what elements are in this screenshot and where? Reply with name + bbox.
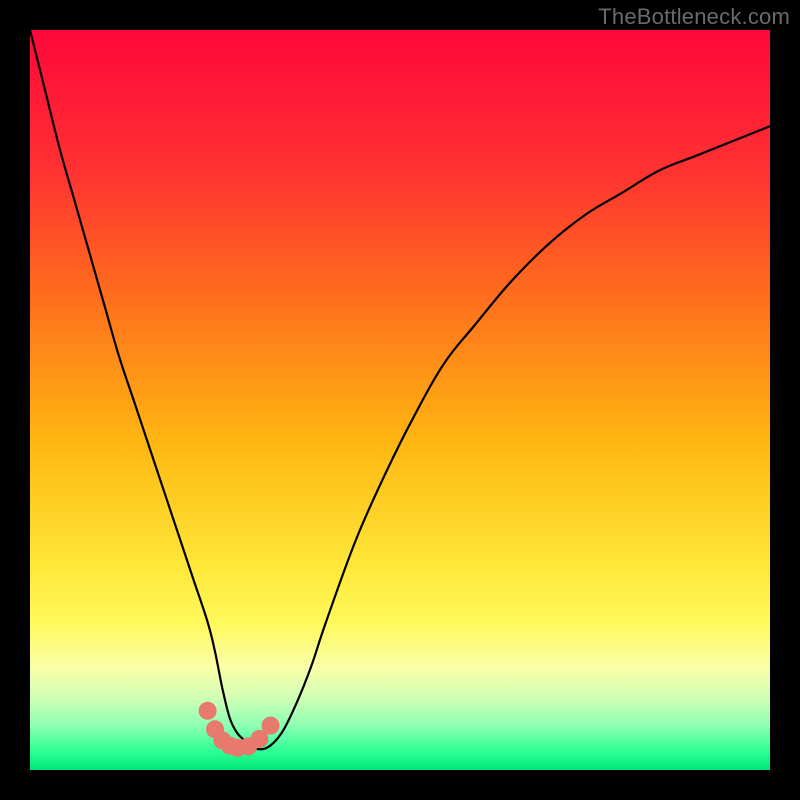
- bottleneck-chart: [30, 30, 770, 770]
- watermark-text: TheBottleneck.com: [598, 4, 790, 30]
- highlight-dot: [199, 702, 217, 720]
- highlight-dot: [262, 717, 280, 735]
- chart-background: [30, 30, 770, 770]
- chart-stage: TheBottleneck.com: [0, 0, 800, 800]
